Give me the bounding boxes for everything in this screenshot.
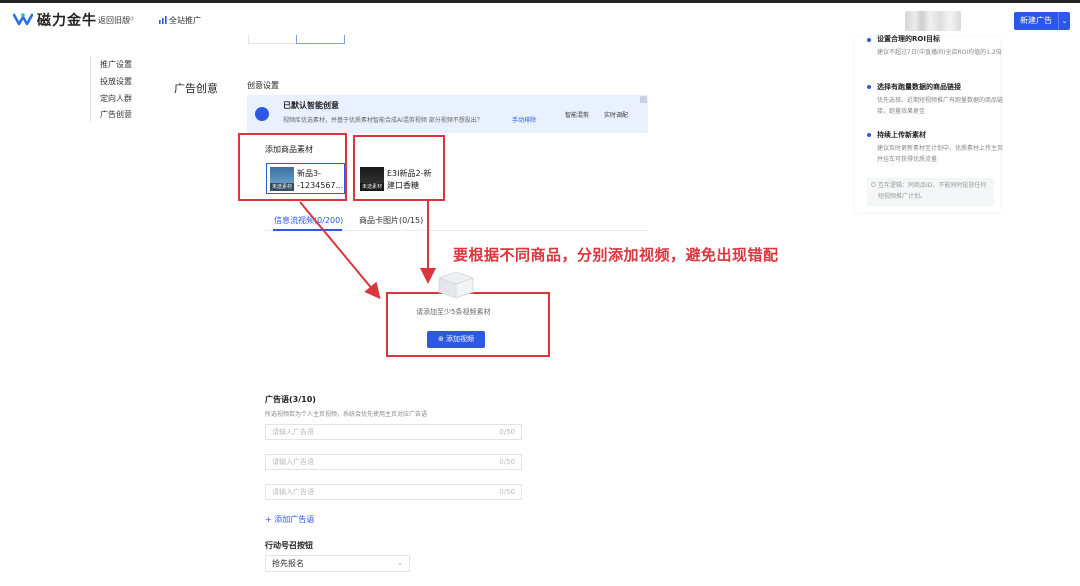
manual-exclude-link[interactable]: 手动排除: [512, 115, 536, 124]
sidebar-item-delivery-settings[interactable]: 投放设置: [100, 76, 132, 87]
realtime-adjust-button[interactable]: 实时调配: [604, 110, 628, 119]
empty-box-icon: [437, 271, 475, 298]
sidebar-divider: [90, 56, 91, 122]
option-tab-selected[interactable]: [296, 35, 345, 44]
sidebar-item-promotion-settings[interactable]: 推广设置: [100, 59, 132, 70]
chart-icon: [159, 16, 167, 24]
add-video-button[interactable]: ⊕ 添加视频: [427, 331, 485, 348]
tab-underline: [273, 229, 342, 231]
smart-creative-icon: [255, 107, 269, 121]
close-icon[interactable]: [640, 96, 647, 103]
new-ad-button[interactable]: 新建广告: [1014, 12, 1058, 30]
note-text: 互斥逻辑：同商品ID，不能同时投放任何短视频推广计划。: [878, 182, 987, 200]
ad-copy-placeholder: 请输入广告语: [272, 488, 314, 496]
creative-settings-title: 创意设置: [247, 81, 279, 90]
tip-title: 持续上传新素材: [877, 131, 926, 139]
switch-icon: ⇄: [128, 15, 134, 23]
tab-feed-video[interactable]: 信息流视频(0/200): [274, 215, 343, 226]
info-icon: [871, 182, 876, 187]
ad-copy-input[interactable]: 请输入广告语 0/50: [265, 484, 522, 500]
smart-creative-desc: 视频库优选素材，并基于优质素材智能合成AI混剪视频 部分视频不想投出？: [283, 117, 483, 124]
ad-copy-placeholder: 请输入广告语: [272, 458, 314, 466]
tip-bullet: [867, 133, 871, 137]
ad-copy-input[interactable]: 请输入广告语 0/50: [265, 424, 522, 440]
add-ad-copy-link[interactable]: + 添加广告语: [265, 514, 314, 525]
annotation-box-product-2: [353, 135, 445, 201]
smart-mix-button[interactable]: 智能混剪: [565, 110, 589, 119]
sidebar-item-ad-creative[interactable]: 广告创意: [100, 109, 132, 120]
tip-desc: 建议不超过7日(中直播间)全店ROI均值的1.2倍: [877, 49, 1002, 56]
chevron-down-icon: ⌄: [397, 559, 403, 567]
section-title: 广告创意: [174, 82, 218, 95]
sidebar-item-target-audience[interactable]: 定向人群: [100, 93, 132, 104]
char-count: 0/50: [499, 488, 515, 496]
smart-creative-title: 已默认智能创意: [283, 101, 339, 110]
new-ad-dropdown-icon[interactable]: ⌄: [1058, 12, 1070, 30]
annotation-box-products: [238, 133, 347, 201]
tip-title: 设置合理的ROI目标: [877, 35, 940, 43]
char-count: 0/50: [499, 428, 515, 436]
ad-copy-placeholder: 请输入广告语: [272, 428, 314, 436]
back-to-old-version-link[interactable]: 返回旧版: [98, 15, 130, 26]
tip-bullet: [867, 85, 871, 89]
char-count: 0/50: [499, 458, 515, 466]
cta-select[interactable]: 抢先报名 ⌄: [265, 555, 410, 572]
tip-desc: 建议及时更新素材至计划中，优质素材上传主页并挂车可获得优质流量: [877, 145, 1004, 163]
user-avatar-blurred[interactable]: [905, 11, 961, 31]
cta-label: 行动号召按钮: [265, 541, 313, 550]
logo-text: 磁力金牛: [37, 13, 97, 29]
cta-selected-value: 抢先报名: [272, 559, 304, 568]
ad-copy-label: 广告语(3/10): [265, 395, 316, 404]
tip-bullet: [867, 38, 871, 42]
tip-title: 选择有跑量数据的商品链接: [877, 83, 961, 91]
logo-icon: [13, 13, 33, 26]
tab-product-card-image[interactable]: 商品卡图片(0/15): [359, 215, 423, 226]
annotation-text: 要根据不同商品，分别添加视频，避免出现错配: [453, 246, 779, 264]
full-site-promotion-link[interactable]: 全站推广: [169, 15, 201, 26]
empty-state-text: 请添加至少5条视频素材: [416, 308, 491, 316]
ad-copy-input[interactable]: 请输入广告语 0/50: [265, 454, 522, 470]
tip-desc: 优先选择、近期短视频推广有跑量数据的商品链接，跑量效果更佳: [877, 97, 1004, 115]
ad-copy-desc: 所选视频若为个人主页视频，系统会优先使用主页对应广告语: [265, 411, 428, 418]
